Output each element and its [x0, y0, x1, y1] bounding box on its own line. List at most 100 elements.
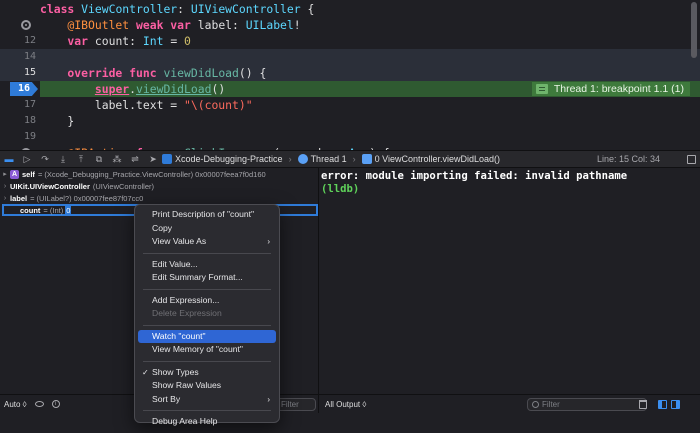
menu-separator [143, 252, 271, 254]
code-token: label: [190, 18, 246, 32]
step-over-icon[interactable]: ↷ [36, 150, 54, 168]
variables-filter-input[interactable]: Filter [276, 397, 316, 411]
variable-row[interactable]: ▸ Aself = (Xcode_Debugging_Practice.ViewCo… [0, 168, 318, 180]
scope-select[interactable]: Auto ◊ [4, 400, 27, 409]
variable-row[interactable]: › UIKit.UIViewController (UIViewController… [0, 180, 318, 192]
code-line[interactable]: class ViewController: UIViewController { [0, 1, 700, 17]
submenu-arrow-icon: › [267, 394, 270, 404]
disclosure-triangle-icon[interactable]: › [0, 183, 10, 190]
menu-item-label: Edit Value... [152, 258, 198, 269]
console-footer: All Output ◊ Filter [319, 394, 700, 413]
code-line[interactable]: 12 var count: Int = 0 [0, 33, 700, 49]
breadcrumb-thread[interactable]: Thread 1 [311, 154, 347, 164]
variable-type: = (UILabel?) 0x00007fee87f07cc0 [30, 193, 144, 203]
line-number[interactable]: 14 [0, 49, 36, 65]
simulate-location-icon[interactable]: ➤ [144, 150, 162, 168]
menu-separator [143, 360, 271, 362]
menu-item-view-value-as[interactable]: View Value As › [138, 235, 276, 249]
project-icon [162, 154, 172, 164]
editor-scrollbar[interactable] [691, 2, 697, 58]
code-line[interactable]: 16 Thread 1: breakpoint 1.1 (1) super.vie… [0, 81, 700, 97]
memory-graph-icon[interactable]: ⁂ [108, 150, 126, 168]
menu-item-edit-value[interactable]: Edit Value... [138, 258, 276, 272]
menu-item-label: Edit Summary Format... [152, 272, 243, 282]
code-token: : [177, 2, 191, 16]
menu-item-show-types[interactable]: ✓ Show Types [138, 366, 276, 380]
breadcrumb: Xcode-Debugging-Practice › Thread 1 › 0 … [162, 154, 500, 164]
output-select[interactable]: All Output ◊ [325, 400, 366, 409]
disclosure-triangle-icon[interactable]: ▸ [0, 170, 10, 178]
breadcrumb-frame[interactable]: 0 ViewController.viewDidLoad() [375, 154, 500, 164]
code-text: class ViewController: UIViewController { [40, 1, 314, 17]
code-text: var count: Int = 0 [40, 33, 190, 49]
menu-item-sort-by[interactable]: Sort By › [138, 393, 276, 407]
code-line[interactable]: 15 override func viewDidLoad() { [0, 65, 700, 81]
code-line[interactable]: 19 [0, 129, 700, 145]
menu-separator [143, 324, 271, 326]
code-token: viewDidLoad [163, 66, 239, 80]
show-console-icon[interactable] [671, 400, 680, 409]
menu-item-edit-summary-format[interactable]: Edit Summary Format... [138, 271, 276, 285]
menu-item-label: Debug Area Help [152, 416, 218, 426]
view-hierarchy-icon[interactable]: ⧉ [90, 150, 108, 168]
console-view[interactable]: error: module importing failed: invalid … [319, 168, 700, 394]
breadcrumb-project[interactable]: Xcode-Debugging-Practice [175, 154, 283, 164]
continue-icon[interactable]: ▷ [18, 150, 36, 168]
variable-name: label [10, 193, 28, 203]
eye-icon[interactable] [34, 401, 44, 407]
disclosure-triangle-icon[interactable]: › [0, 195, 10, 202]
info-icon[interactable]: i [51, 400, 60, 408]
variable-type: = (Int) [43, 205, 64, 215]
menu-item-show-raw-values[interactable]: Show Raw Values [138, 379, 276, 393]
code-token: weak var [129, 18, 191, 32]
line-col-indicator: Line: 15 Col: 34 [596, 154, 660, 164]
breadcrumb-separator: › [288, 154, 292, 164]
variable-name: UIKit.UIViewController [10, 181, 90, 191]
step-into-icon[interactable]: ⤓ [54, 150, 72, 168]
trash-icon[interactable] [639, 400, 647, 409]
code-token: UIViewController [190, 2, 301, 16]
line-number[interactable] [0, 1, 36, 17]
hide-debug-area-icon[interactable]: ▬ [0, 150, 18, 168]
frame-icon [361, 154, 372, 164]
menu-item-label: Add Expression... [152, 294, 220, 305]
line-number[interactable]: 15 [0, 65, 36, 81]
environment-overrides-icon[interactable]: ⇌ [126, 150, 144, 168]
show-variables-icon[interactable] [658, 400, 667, 409]
code-line[interactable]: @IBOutlet weak var label: UILabel! [0, 17, 700, 33]
variable-value[interactable]: 0 [65, 205, 72, 215]
menu-item-label: Copy [152, 222, 173, 233]
code-token: ! [293, 18, 301, 32]
step-out-icon[interactable]: ⤒ [72, 150, 90, 168]
code-token: label.text = [40, 98, 185, 112]
code-line[interactable]: 17 label.text = "\(count)" [0, 97, 700, 113]
connection-dot-icon[interactable] [21, 20, 31, 30]
line-number[interactable]: 12 [0, 33, 36, 49]
menu-item-debug-area-help[interactable]: Debug Area Help [138, 415, 276, 429]
menu-item-print-description-of-count[interactable]: Print Description of "count" [138, 208, 276, 222]
line-number[interactable]: 18 [0, 113, 36, 129]
line-number[interactable]: 17 [0, 97, 36, 113]
variable-row[interactable]: › label = (UILabel?) 0x00007fee87f07cc0 [0, 192, 318, 204]
code-line[interactable]: 14 [0, 49, 700, 65]
menu-item-delete-expression: Delete Expression [138, 307, 276, 321]
menu-item-copy[interactable]: Copy [138, 222, 276, 236]
code-token: var [40, 34, 89, 48]
menu-item-add-expression[interactable]: Add Expression... [138, 294, 276, 308]
menu-separator [143, 410, 271, 411]
code-line[interactable]: 18 } [0, 113, 700, 129]
thread-status-text: Thread 1: breakpoint 1.1 (1) [553, 83, 684, 95]
layout-toggle-icon[interactable] [687, 154, 696, 164]
code-text: } [40, 113, 74, 129]
line-number[interactable]: 19 [0, 129, 36, 145]
menu-item-watch-count[interactable]: Watch "count" [138, 329, 276, 343]
menu-item-view-memory-of-count[interactable]: View Memory of "count" [138, 343, 276, 357]
source-editor[interactable]: class ViewController: UIViewController {… [0, 0, 700, 150]
breakpoint-marker[interactable]: 16 [10, 82, 38, 96]
submenu-arrow-icon: › [267, 237, 270, 246]
code-text: @IBOutlet weak var label: UILabel! [40, 17, 301, 33]
code-token: override func [40, 66, 157, 80]
argument-badge-icon: A [10, 169, 19, 179]
console-filter-input[interactable]: Filter [527, 397, 647, 411]
code-token: count: [88, 34, 143, 48]
